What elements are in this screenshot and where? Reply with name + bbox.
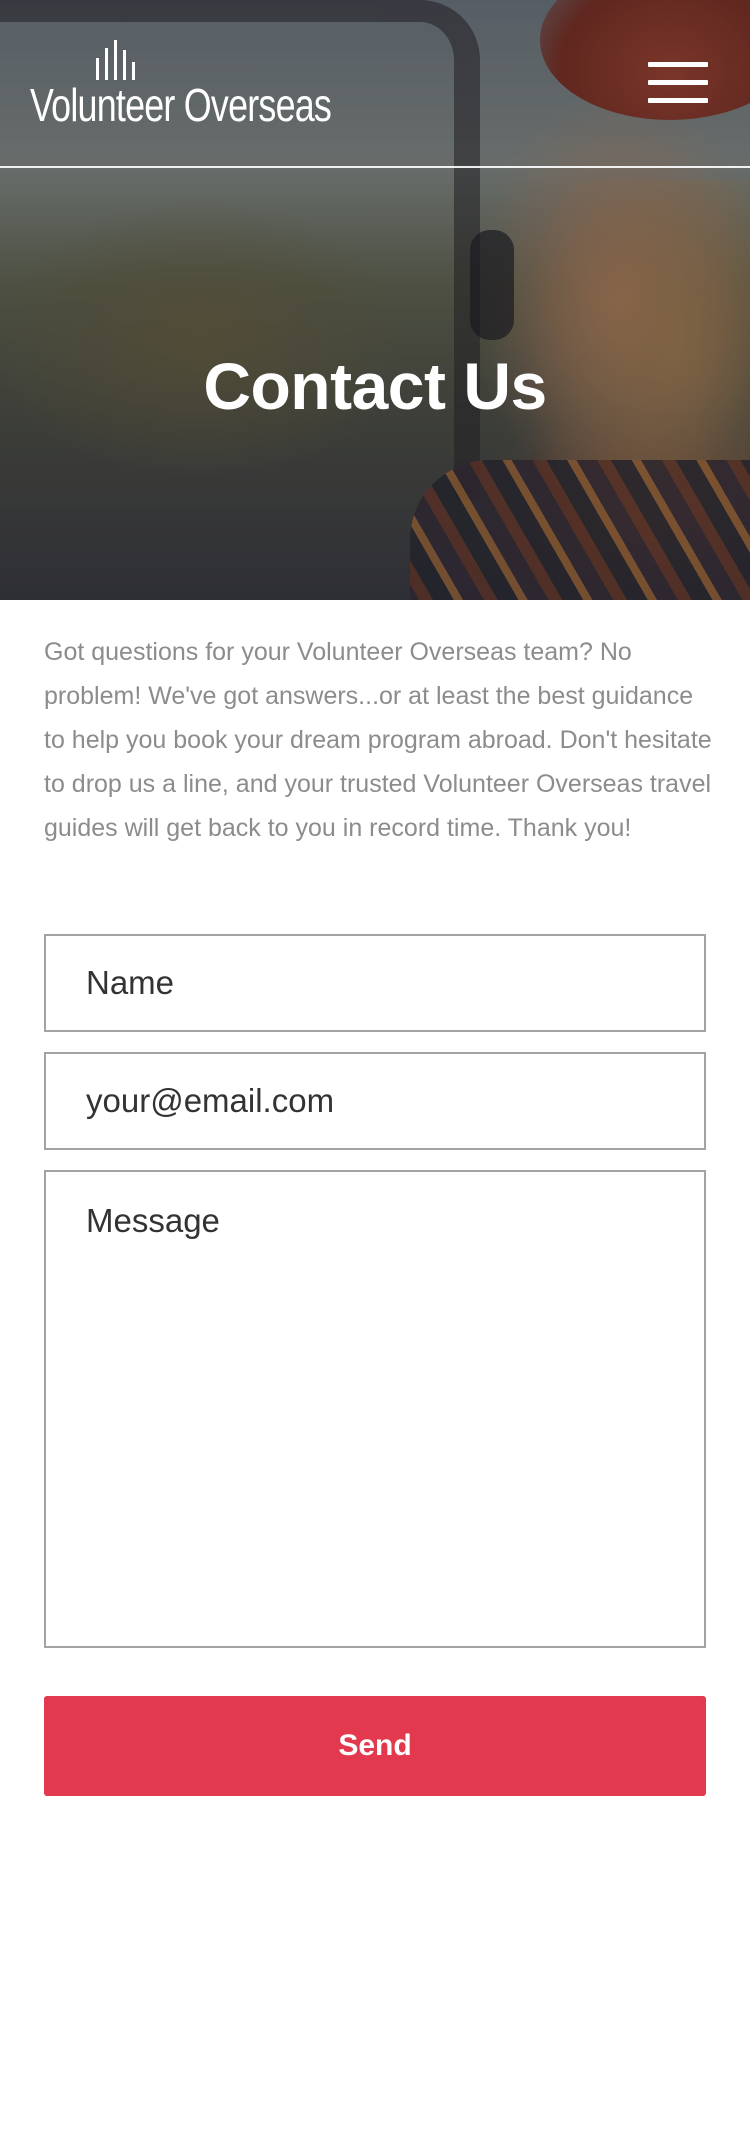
message-field-wrapper xyxy=(44,1170,706,1648)
name-input[interactable] xyxy=(46,936,704,1030)
email-input[interactable] xyxy=(46,1054,704,1148)
logo-wordmark: Volunteer Overseas xyxy=(30,79,332,131)
email-field-wrapper xyxy=(44,1052,706,1150)
logo-bars-icon xyxy=(96,40,135,80)
message-textarea[interactable] xyxy=(46,1172,704,1646)
page-title: Contact Us xyxy=(203,349,547,423)
hamburger-menu-icon[interactable] xyxy=(648,62,708,104)
send-button[interactable]: Send xyxy=(44,1696,706,1796)
site-logo[interactable]: Volunteer Overseas xyxy=(30,40,340,132)
intro-text: Got questions for your Volunteer Oversea… xyxy=(44,638,712,842)
name-field-wrapper xyxy=(44,934,706,1032)
header-divider xyxy=(0,166,750,168)
